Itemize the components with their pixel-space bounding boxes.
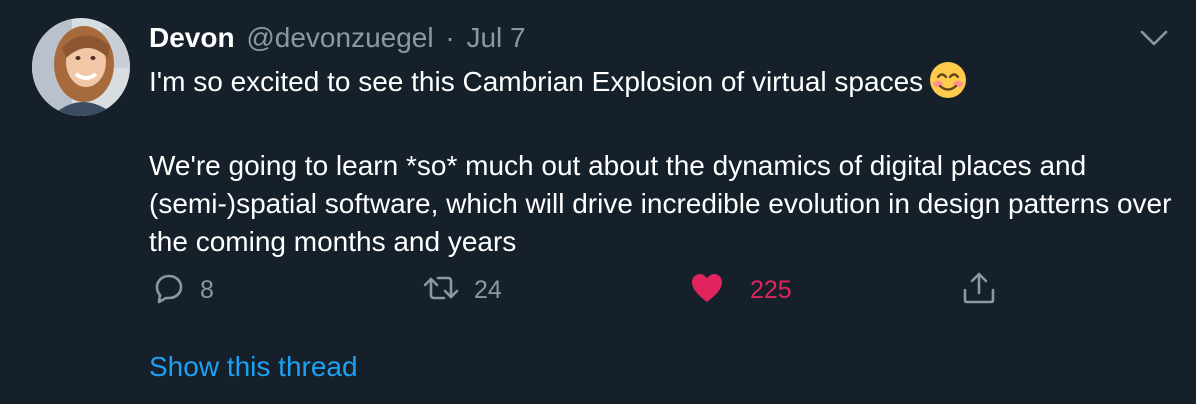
reply-count: 8: [200, 275, 214, 304]
tweet-actions: 8 24 225: [0, 270, 1196, 310]
separator-dot: ·: [445, 22, 455, 53]
share-icon: [960, 270, 998, 311]
reply-icon: [152, 271, 186, 310]
smiling-face-emoji-icon: [929, 61, 967, 109]
like-button[interactable]: 225: [690, 270, 792, 310]
retweet-count: 24: [474, 275, 502, 304]
tweet-card[interactable]: Devon @devonzuegel · Jul 7 I'm so excite…: [0, 0, 1196, 404]
reply-button[interactable]: 8: [152, 270, 214, 310]
share-button[interactable]: [960, 270, 998, 310]
tweet-paragraph-text: I'm so excited to see this Cambrian Expl…: [149, 66, 924, 97]
retweet-button[interactable]: 24: [422, 270, 502, 310]
retweet-icon: [422, 271, 460, 310]
tweet-paragraph: I'm so excited to see this Cambrian Expl…: [149, 61, 1179, 109]
tweet-date[interactable]: Jul 7: [466, 22, 525, 53]
author-handle[interactable]: @devonzuegel: [246, 22, 433, 53]
caret-down-icon[interactable]: [1138, 26, 1170, 50]
show-thread-link[interactable]: Show this thread: [149, 349, 358, 385]
tweet-text: I'm so excited to see this Cambrian Expl…: [149, 61, 1179, 261]
author-name[interactable]: Devon: [149, 22, 235, 53]
tweet-header: Devon @devonzuegel · Jul 7: [149, 20, 526, 56]
avatar[interactable]: [32, 18, 130, 116]
like-count: 225: [750, 275, 792, 304]
tweet-paragraph: We're going to learn *so* much out about…: [149, 150, 1172, 257]
heart-icon: [690, 272, 724, 309]
